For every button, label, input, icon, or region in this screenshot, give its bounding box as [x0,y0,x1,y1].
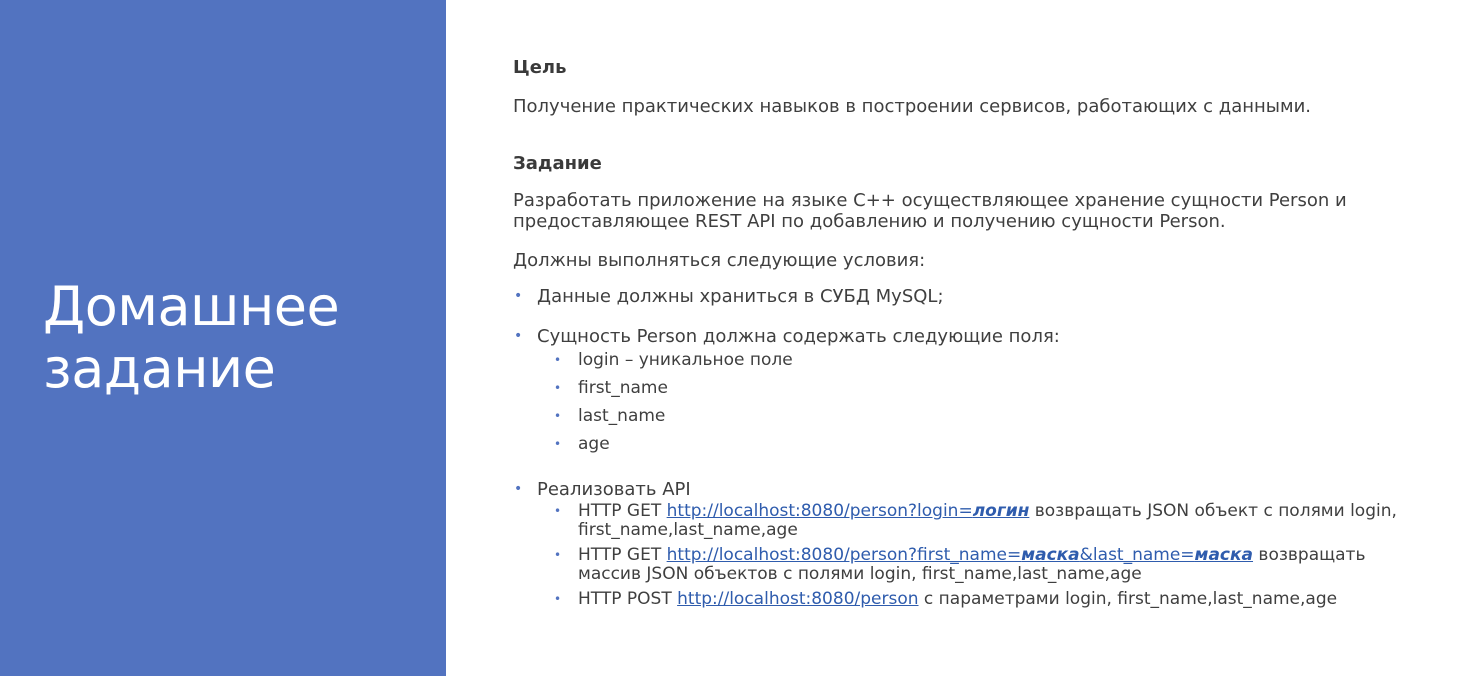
field-name: last_name [578,406,666,426]
title-line-1: Домашнее [43,275,340,338]
api-link-post[interactable]: http://localhost:8080/person [677,589,918,609]
slide: Домашнее задание Цель Получение практичес… [0,0,1457,676]
bullet-icon: • [554,381,562,395]
title-panel: Домашнее задание [0,0,446,676]
api-description: с параметрами login, first_name,last_nam… [918,589,1338,609]
api-link-get-mask[interactable]: http://localhost:8080/person?first_name=… [667,545,1253,565]
api-method: HTTP GET [578,545,667,565]
field-name: first_name [578,378,668,398]
field-name: age [578,434,610,454]
api-link-url-2: &last_name= [1079,545,1195,565]
api-item-get-login: • HTTP GET http://localhost:8080/person?… [513,502,1423,540]
bullet-icon: • [514,288,523,304]
bullet-icon: • [554,437,562,451]
fields-list: • login – уникальное поле • first_name •… [513,351,1423,454]
bullet-icon: • [514,481,523,497]
goal-heading: Цель [513,57,567,78]
bullet-icon: • [554,409,562,423]
list-item: • last_name [513,407,1423,426]
condition-api: Реализовать API [537,479,691,500]
api-link-url: http://localhost:8080/person?login= [666,501,973,521]
conditions-list: • Данные должны храниться в СУБД MySQL; … [513,286,1423,347]
task-text: Разработать приложение на языке C++ осущ… [513,190,1347,232]
api-link-param: маска [1021,545,1080,565]
goal-text: Получение практических навыков в построе… [513,96,1312,117]
bullet-icon: • [514,328,523,344]
api-link-param-2: маска [1194,545,1254,565]
condition-db: Данные должны храниться в СУБД MySQL; [537,286,944,307]
task-heading: Задание [513,153,602,174]
api-heading-list: • Реализовать API [513,479,1423,500]
bullet-icon: • [554,548,562,562]
api-link-get-login[interactable]: http://localhost:8080/person?login=логин [667,501,1030,521]
content-area: Цель Получение практических навыков в по… [513,56,1423,609]
api-link-url: http://localhost:8080/person?first_name= [666,545,1022,565]
bullet-icon: • [554,504,562,518]
title-line-2: задание [43,337,276,400]
conditions-intro: Должны выполняться следующие условия: [513,250,926,271]
list-item: • Реализовать API [513,479,1423,500]
field-name: login – уникальное поле [578,350,793,370]
bullet-icon: • [554,592,562,606]
condition-fields: Сущность Person должна содержать следующ… [537,326,1060,347]
api-item-get-mask: • HTTP GET http://localhost:8080/person?… [513,546,1423,584]
list-item: • first_name [513,379,1423,398]
list-item: • Данные должны храниться в СУБД MySQL; [513,286,1423,307]
api-method: HTTP GET [578,501,667,521]
api-item-post: • HTTP POST http://localhost:8080/person… [513,590,1423,609]
api-list: • HTTP GET http://localhost:8080/person?… [513,502,1423,609]
api-link-param: логин [972,501,1030,521]
list-item: • login – уникальное поле [513,351,1423,370]
list-item: • Сущность Person должна содержать следу… [513,326,1423,347]
api-link-url: http://localhost:8080/person [677,589,919,609]
api-method: HTTP POST [578,589,678,609]
slide-title: Домашнее задание [43,275,340,400]
bullet-icon: • [554,353,562,367]
list-item: • age [513,435,1423,454]
